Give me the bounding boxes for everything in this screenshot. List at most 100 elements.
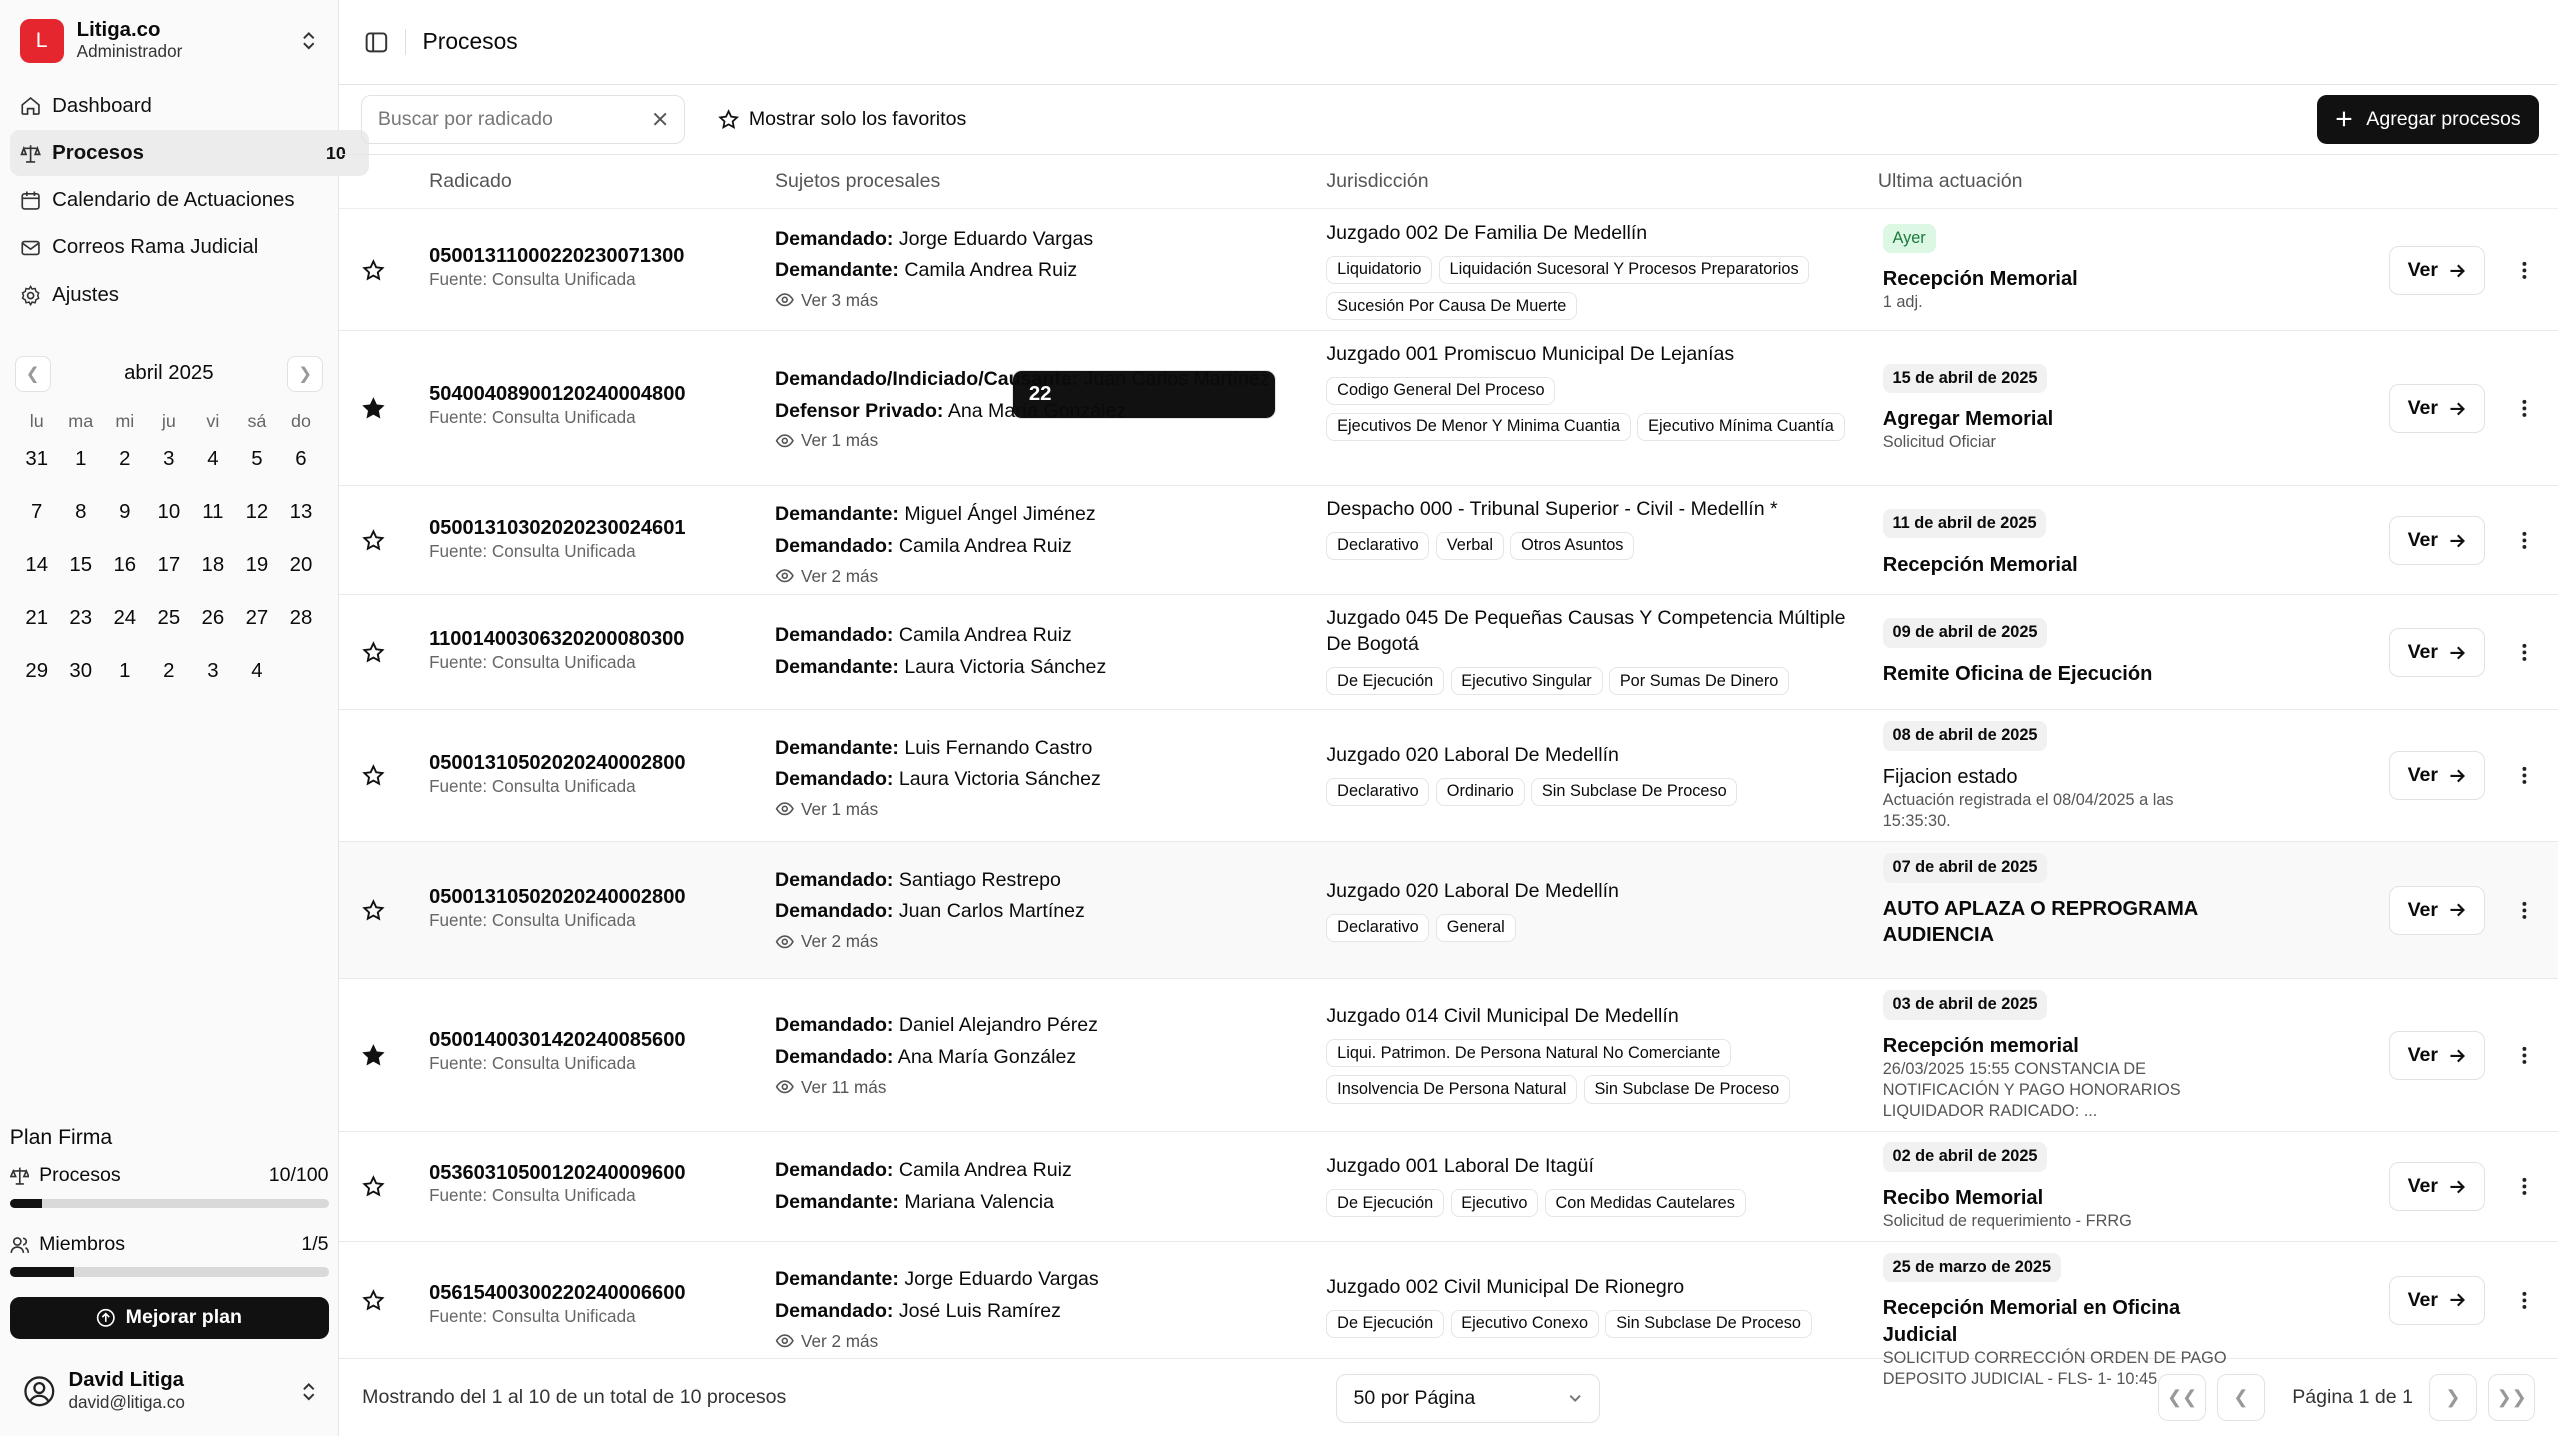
prev-page-button[interactable]: ❮: [2217, 1373, 2265, 1422]
ver-mas-link[interactable]: Ver 2 más: [775, 563, 1096, 589]
calendar-day[interactable]: 23: [59, 597, 103, 641]
calendar-day[interactable]: 28: [279, 597, 323, 641]
eye-icon: [775, 569, 794, 583]
calendar-day[interactable]: 9: [103, 490, 147, 534]
sujeto-name: Mariana Valencia: [904, 1190, 1055, 1213]
calendar-day[interactable]: 4: [235, 650, 279, 694]
actuacion-date-badge: 09 de abril de 2025: [1882, 618, 2048, 648]
ver-mas-link[interactable]: Ver 3 más: [775, 287, 1093, 313]
calendar-day[interactable]: 18: [191, 544, 235, 588]
org-switcher[interactable]: L Litiga.co Administrador: [0, 0, 338, 82]
calendar-day[interactable]: 5: [235, 437, 279, 481]
calendar-day[interactable]: 17: [147, 544, 191, 588]
more-vertical-icon[interactable]: [2513, 397, 2536, 420]
favorites-filter-button[interactable]: Mostrar solo los favoritos: [718, 108, 966, 131]
ver-mas-link[interactable]: Ver 1 más: [775, 427, 1270, 453]
add-processes-button[interactable]: Agregar procesos: [2317, 94, 2539, 144]
calendar-day[interactable]: 1: [59, 437, 103, 481]
more-vertical-icon[interactable]: [2513, 1289, 2536, 1312]
star-icon[interactable]: [362, 641, 385, 664]
calendar-day[interactable]: 13: [279, 490, 323, 534]
first-page-button[interactable]: ❮❮: [2158, 1373, 2206, 1422]
sujeto-line: Demandado: José Luis Ramírez: [775, 1296, 1099, 1328]
jurisdiction-tag: Ejecutivos De Menor Y Minima Cuantia: [1326, 413, 1631, 442]
calendar-day[interactable]: 2: [103, 437, 147, 481]
ver-button[interactable]: Ver: [2388, 628, 2485, 678]
user-menu[interactable]: David Litiga david@litiga.co: [23, 1370, 319, 1412]
more-vertical-icon[interactable]: [2513, 764, 2536, 787]
calendar-day[interactable]: 11: [191, 490, 235, 534]
ver-mas-link[interactable]: Ver 1 más: [775, 796, 1101, 822]
radicado-source: Fuente: Consulta Unificada: [429, 407, 636, 428]
calendar-day[interactable]: 16: [103, 544, 147, 588]
calendar-day[interactable]: 6: [279, 437, 323, 481]
calendar-day[interactable]: 14: [15, 544, 59, 588]
more-vertical-icon[interactable]: [2513, 899, 2536, 922]
sujeto-name: Camila Andrea Ruiz: [898, 623, 1072, 646]
actuacion-cell: 08 de abril de 2025 Fijacion estado Actu…: [1882, 721, 2242, 832]
calendar-day[interactable]: 4: [191, 437, 235, 481]
sidebar-item-procesos[interactable]: Procesos 10: [9, 130, 369, 177]
calendar-day[interactable]: 25: [147, 597, 191, 641]
calendar-day[interactable]: 2: [147, 650, 191, 694]
star-icon[interactable]: [362, 259, 385, 282]
calendar-day[interactable]: 19: [235, 544, 279, 588]
calendar-day[interactable]: 27: [235, 597, 279, 641]
star-filled-icon[interactable]: [362, 1044, 385, 1067]
calendar-next-button[interactable]: ❯: [287, 355, 324, 392]
jurisdiction-tag: Ejecutivo Conexo: [1450, 1310, 1599, 1339]
star-icon[interactable]: [362, 529, 385, 552]
star-filled-icon[interactable]: [362, 397, 385, 420]
calendar-day[interactable]: 3: [191, 650, 235, 694]
ver-button[interactable]: Ver: [2388, 885, 2485, 935]
calendar-day[interactable]: 20: [279, 544, 323, 588]
ver-mas-link[interactable]: Ver 2 más: [775, 1328, 1099, 1354]
star-icon[interactable]: [362, 1289, 385, 1312]
more-vertical-icon[interactable]: [2513, 259, 2536, 282]
calendar-day[interactable]: 30: [59, 650, 103, 694]
ver-button[interactable]: Ver: [2388, 384, 2485, 434]
star-icon[interactable]: [362, 764, 385, 787]
more-vertical-icon[interactable]: [2513, 1044, 2536, 1067]
sidebar-item-correos-rama-judicial[interactable]: Correos Rama Judicial: [10, 225, 329, 271]
sidebar-item-calendario-de-actuaciones[interactable]: Calendario de Actuaciones: [10, 178, 329, 224]
calendar-day[interactable]: 15: [59, 544, 103, 588]
more-vertical-icon[interactable]: [2513, 1175, 2536, 1198]
more-vertical-icon[interactable]: [2513, 641, 2536, 664]
more-vertical-icon[interactable]: [2513, 529, 2536, 552]
calendar-day[interactable]: 24: [103, 597, 147, 641]
calendar-day[interactable]: 12: [235, 490, 279, 534]
ver-button[interactable]: Ver: [2388, 1031, 2485, 1081]
ver-mas-link[interactable]: Ver 11 más: [775, 1074, 1098, 1100]
ver-button[interactable]: Ver: [2388, 516, 2485, 566]
sidebar-item-dashboard[interactable]: Dashboard: [10, 83, 329, 129]
sujeto-line: Demandante: Luis Fernando Castro: [775, 733, 1101, 765]
sujeto-name: Miguel Ángel Jiménez: [904, 503, 1096, 526]
last-page-button[interactable]: ❯❯: [2488, 1373, 2536, 1422]
per-page-select[interactable]: 50 por Página: [1336, 1373, 1601, 1423]
ver-button[interactable]: Ver: [2388, 751, 2485, 801]
calendar-day[interactable]: 7: [15, 490, 59, 534]
ver-button[interactable]: Ver: [2388, 1275, 2485, 1325]
user-avatar-icon: [24, 1376, 55, 1407]
ver-button[interactable]: Ver: [2388, 246, 2485, 296]
ver-mas-link[interactable]: Ver 2 más: [775, 928, 1085, 954]
calendar-day[interactable]: 31: [15, 437, 59, 481]
calendar-day[interactable]: 26: [191, 597, 235, 641]
next-page-button[interactable]: ❯: [2429, 1373, 2477, 1422]
search-input[interactable]: Buscar por radicado: [360, 94, 686, 144]
star-icon[interactable]: [362, 899, 385, 922]
star-icon[interactable]: [362, 1175, 385, 1198]
calendar-day[interactable]: 1: [103, 650, 147, 694]
calendar-day[interactable]: 10: [147, 490, 191, 534]
calendar-prev-button[interactable]: ❮: [14, 355, 51, 392]
close-icon[interactable]: [652, 111, 668, 127]
calendar-day[interactable]: 29: [15, 650, 59, 694]
calendar-day[interactable]: 8: [59, 490, 103, 534]
sidebar-toggle-icon[interactable]: [365, 31, 388, 54]
calendar-day[interactable]: 21: [15, 597, 59, 641]
ver-button[interactable]: Ver: [2388, 1162, 2485, 1212]
upgrade-plan-button[interactable]: Mejorar plan: [9, 1296, 329, 1339]
calendar-day[interactable]: 3: [147, 437, 191, 481]
sidebar-item-ajustes[interactable]: Ajustes: [10, 272, 329, 318]
